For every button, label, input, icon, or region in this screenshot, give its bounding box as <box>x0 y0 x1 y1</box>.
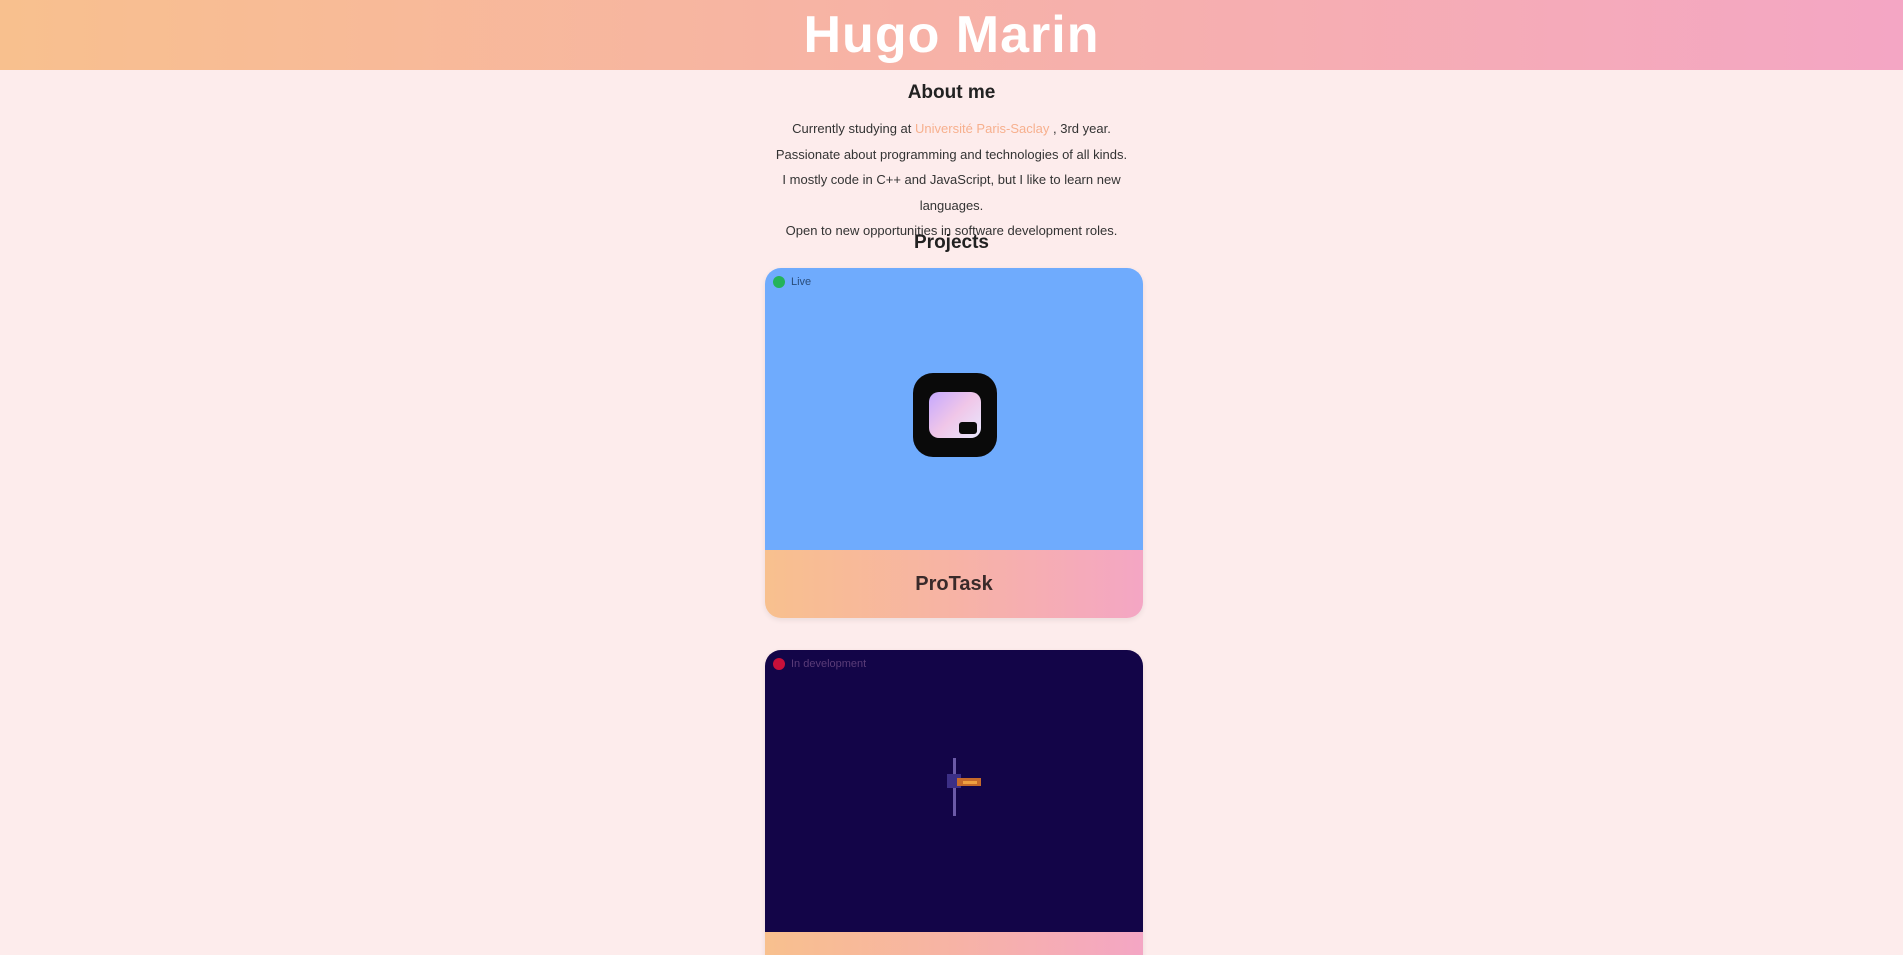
about-line-1: Currently studying at Université Paris-S… <box>755 116 1148 142</box>
about-title: About me <box>907 82 996 103</box>
project-name: ProTask <box>915 572 993 595</box>
status-label: In development <box>791 658 867 670</box>
project-card[interactable]: In development <box>765 650 1143 955</box>
game-sprite-icon <box>947 758 981 816</box>
about-line-1-post: , 3rd year. <box>1053 121 1111 136</box>
main-content: About me Currently studying at Universit… <box>0 70 1903 955</box>
project-card-footer[interactable] <box>765 932 1143 955</box>
project-status: Live <box>773 276 811 288</box>
app-icon-glyph <box>929 392 981 438</box>
project-card-footer[interactable]: ProTask <box>765 550 1143 618</box>
school-link[interactable]: Université Paris-Saclay <box>915 121 1049 136</box>
status-dot-icon <box>773 658 785 670</box>
project-status: In development <box>773 658 866 670</box>
about-line-2: Passionate about programming and technol… <box>775 146 1128 162</box>
project-card-media[interactable]: In development <box>765 650 1143 932</box>
status-label: Live <box>791 276 812 288</box>
site-header: Hugo Marin <box>0 0 1903 70</box>
about-text: Currently studying at Université Paris-S… <box>755 116 1148 244</box>
about-line-3: I mostly code in C++ and JavaScript, but… <box>782 172 1121 213</box>
site-title: Hugo Marin <box>803 6 1100 64</box>
projects-title: Projects <box>914 232 989 253</box>
project-card[interactable]: Live ProTask <box>765 268 1143 618</box>
project-card-media[interactable]: Live <box>765 268 1143 550</box>
status-dot-icon <box>773 276 785 288</box>
app-icon <box>913 373 997 457</box>
about-line-1-pre: Currently studying at <box>792 121 912 136</box>
